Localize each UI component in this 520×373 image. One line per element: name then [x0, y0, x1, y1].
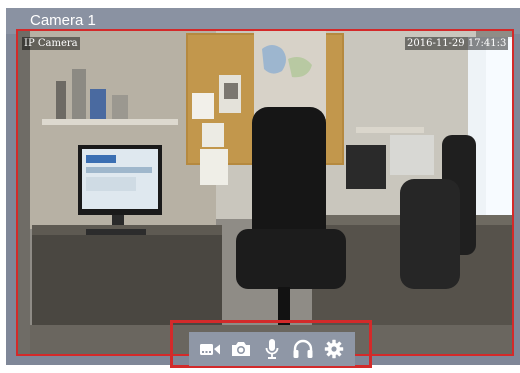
microphone-button[interactable]: [259, 336, 285, 362]
settings-button[interactable]: [321, 336, 347, 362]
microphone-icon: [265, 339, 279, 359]
osd-timestamp: 2016-11-29 17:41:3: [405, 37, 509, 50]
snapshot-button[interactable]: [228, 336, 254, 362]
camera-video-feed[interactable]: [16, 29, 514, 356]
headphones-button[interactable]: [290, 336, 316, 362]
snapshot-camera-icon: [232, 342, 251, 356]
video-controls-bar: [189, 332, 355, 366]
camera-title: Camera 1: [30, 12, 96, 29]
osd-camera-label: IP Camera: [22, 37, 80, 50]
headphones-icon: [293, 339, 313, 358]
record-video-icon: [200, 344, 221, 355]
video-scene: [16, 29, 514, 356]
settings-gear-icon: [324, 339, 343, 359]
record-video-button[interactable]: [197, 336, 223, 362]
